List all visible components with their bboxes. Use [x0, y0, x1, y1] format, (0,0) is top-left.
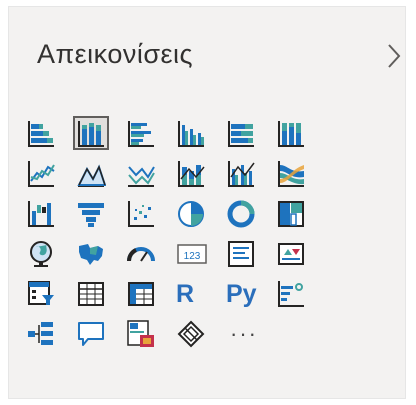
- kpi-button[interactable]: [276, 234, 326, 274]
- python-visual-button[interactable]: Py: [226, 274, 276, 314]
- pie-chart-icon: [178, 201, 204, 227]
- line-chart-button[interactable]: [26, 154, 76, 194]
- python-visual-icon: Py: [226, 279, 257, 308]
- more-visuals-button[interactable]: ···: [226, 314, 276, 354]
- donut-chart-button[interactable]: [226, 194, 276, 234]
- line-and-clustered-column-chart-icon: [228, 161, 255, 187]
- table-button[interactable]: [76, 274, 126, 314]
- paginated-report-button[interactable]: [126, 314, 176, 354]
- stacked-bar-chart-button[interactable]: [26, 114, 76, 154]
- line-and-stacked-column-chart-icon: [178, 161, 205, 187]
- multi-row-card-icon: [228, 241, 254, 267]
- filled-map-button[interactable]: [76, 234, 126, 274]
- line-and-clustered-column-chart-button[interactable]: [226, 154, 276, 194]
- globe-icon: [30, 241, 52, 267]
- clustered-column-chart-icon: [178, 121, 204, 147]
- 100-stacked-column-chart-icon: [278, 121, 304, 147]
- area-chart-button[interactable]: [76, 154, 126, 194]
- treemap-icon: [278, 201, 304, 227]
- key-influencers-button[interactable]: [276, 274, 326, 314]
- ribbon-chart-button[interactable]: [276, 154, 326, 194]
- map-button[interactable]: [26, 234, 76, 274]
- decomposition-tree-button[interactable]: [26, 314, 76, 354]
- 100-stacked-bar-chart-button[interactable]: [226, 114, 276, 154]
- more-options-icon: ···: [230, 321, 258, 346]
- area-chart-icon: [77, 164, 106, 187]
- scatter-chart-icon: [128, 201, 154, 227]
- matrix-button[interactable]: [126, 274, 176, 314]
- stacked-bar-chart-icon: [28, 121, 54, 147]
- r-script-visual-icon: R: [176, 279, 195, 308]
- gauge-button[interactable]: [126, 234, 176, 274]
- funnel-chart-button[interactable]: [76, 194, 126, 234]
- visuals-gallery: 123 R Py ···: [26, 114, 326, 354]
- line-chart-icon: [28, 161, 55, 187]
- clustered-column-chart-button[interactable]: [176, 114, 226, 154]
- qa-speech-bubble-icon: [78, 322, 104, 346]
- stacked-column-chart-button[interactable]: [73, 114, 126, 154]
- chevron-right-icon[interactable]: [383, 41, 405, 71]
- line-and-stacked-column-chart-button[interactable]: [176, 154, 226, 194]
- slicer-icon: [28, 281, 54, 305]
- kpi-icon: [278, 243, 304, 265]
- clustered-bar-chart-button[interactable]: [126, 114, 176, 154]
- pie-chart-button[interactable]: [176, 194, 226, 234]
- donut-chart-icon: [227, 200, 255, 228]
- stacked-column-chart-icon: [78, 121, 104, 147]
- clustered-bar-chart-icon: [128, 121, 154, 147]
- 100-stacked-column-chart-button[interactable]: [276, 114, 326, 154]
- treemap-button[interactable]: [276, 194, 326, 234]
- card-value-text: 123: [184, 251, 201, 262]
- card-icon: 123: [177, 244, 207, 264]
- pane-title: Απεικονίσεις: [37, 39, 194, 69]
- stacked-area-chart-button[interactable]: [126, 154, 176, 194]
- power-apps-icon: [177, 320, 205, 348]
- power-apps-button[interactable]: [176, 314, 226, 354]
- table-icon: [78, 282, 104, 306]
- waterfall-chart-icon: [28, 201, 54, 227]
- funnel-chart-icon: [78, 203, 104, 227]
- card-button[interactable]: 123: [176, 234, 226, 274]
- scatter-chart-button[interactable]: [126, 194, 176, 234]
- filled-map-icon: [79, 244, 103, 265]
- key-influencers-icon: [278, 281, 304, 307]
- stacked-area-chart-icon: [128, 166, 155, 187]
- waterfall-chart-button[interactable]: [26, 194, 76, 234]
- matrix-icon: [128, 282, 154, 306]
- qa-button[interactable]: [76, 314, 126, 354]
- 100-stacked-bar-chart-icon: [228, 121, 254, 147]
- slicer-button[interactable]: [26, 274, 76, 314]
- gauge-icon: [126, 247, 155, 262]
- ribbon-chart-icon: [278, 161, 304, 187]
- r-script-visual-button[interactable]: R: [176, 274, 226, 314]
- decomposition-tree-icon: [28, 322, 53, 345]
- paginated-report-icon: [127, 320, 154, 347]
- multi-row-card-button[interactable]: [226, 234, 276, 274]
